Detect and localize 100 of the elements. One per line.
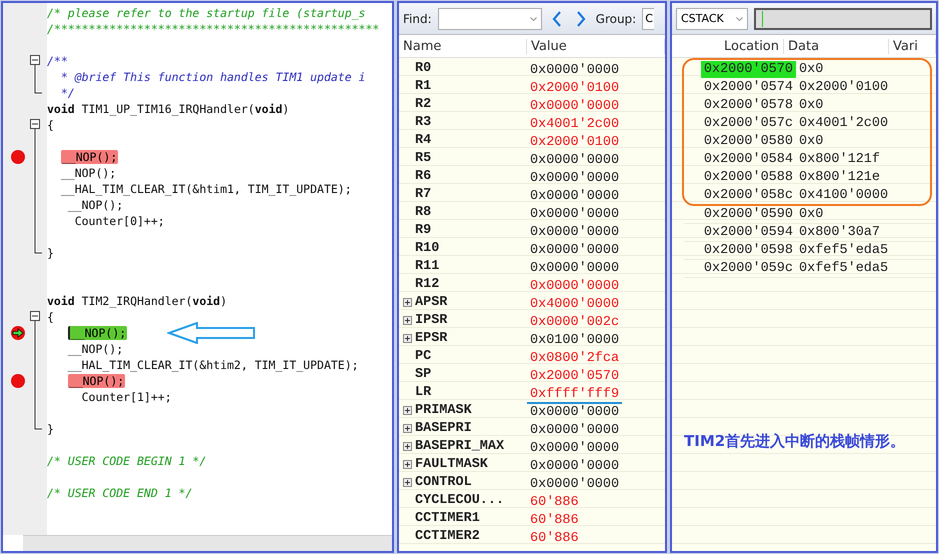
register-value: 0xffff'fff9 xyxy=(527,387,622,404)
code-comment: */ xyxy=(60,86,75,100)
stack-row[interactable]: 0x2000'0590 0x0 xyxy=(684,206,936,224)
code-line: Counter[0]++; xyxy=(74,214,165,228)
register-row[interactable]: R5 0x0000'0000 xyxy=(399,148,665,166)
data-cell-text: 0x800'121e xyxy=(798,168,882,186)
find-field[interactable] xyxy=(438,8,542,30)
code-line: __HAL_TIM_CLEAR_IT(&htim2, TIM_IT_UPDATE); xyxy=(66,358,359,372)
code-comment: /* USER CODE BEGIN 1 */ xyxy=(47,454,206,468)
register-row[interactable]: EPSR 0x0100'0000 xyxy=(399,328,665,346)
register-value: 0x0000'0000 xyxy=(529,243,620,258)
register-row[interactable]: CCTIMER2 60'886 xyxy=(399,526,665,544)
expand-icon[interactable] xyxy=(403,298,412,307)
data-cell-text: 0x2000'0100 xyxy=(798,78,890,96)
stack-row[interactable]: 0x2000'0574 0x2000'0100 xyxy=(684,78,930,96)
group-label: Group: xyxy=(596,12,636,26)
register-value: 0x0000'0000 xyxy=(529,225,620,240)
code-line: void TIM1_UP_TIM16_IRQHandler(void) xyxy=(47,102,290,116)
register-row[interactable]: BASEPRI_MAX 0x0000'0000 xyxy=(399,436,665,454)
register-row[interactable]: PC 0x0800'2fca xyxy=(399,346,665,364)
expand-icon[interactable] xyxy=(403,442,412,451)
group-dropdown[interactable]: C xyxy=(642,8,654,30)
column-header[interactable]: Name xyxy=(399,38,527,54)
register-name: R0 xyxy=(415,60,432,77)
register-value: 0x2000'0570 xyxy=(529,369,620,384)
data-cell-text: 0x800'121f xyxy=(798,150,882,168)
register-value: 0x0000'0000 xyxy=(529,261,620,276)
register-row[interactable]: APSR 0x4000'0000 xyxy=(399,292,665,310)
code-comment: * @brief This function handles TIM1 update i xyxy=(60,70,366,84)
register-name: EPSR xyxy=(415,330,448,347)
stack-dropdown[interactable]: CSTACK xyxy=(676,8,748,30)
data-cell-text: 0x0 xyxy=(798,60,824,78)
code-comment: /* USER CODE END 1 */ xyxy=(47,486,192,500)
column-header[interactable]: Location xyxy=(672,38,784,54)
register-row[interactable]: R1 0x2000'0100 xyxy=(399,76,665,94)
data-cell-text: 0x0 xyxy=(798,132,824,150)
expand-icon[interactable] xyxy=(403,460,412,469)
data-cell-text: 0x0 xyxy=(798,96,824,114)
stack-row[interactable]: 0x2000'057c 0x4001'2c00 xyxy=(684,114,930,132)
register-value: 0x4001'2c00 xyxy=(529,117,620,132)
register-row[interactable]: PRIMASK 0x0000'0000 xyxy=(399,400,665,418)
register-row[interactable]: IPSR 0x0000'002c xyxy=(399,310,665,328)
code-line: __HAL_TIM_CLEAR_IT(&htim1, TIM_IT_UPDATE); xyxy=(60,182,352,196)
register-value: 0x0000'0000 xyxy=(529,207,620,222)
register-name: CCTIMER2 xyxy=(415,528,480,545)
register-value: 0x0000'0000 xyxy=(529,153,620,168)
register-row[interactable]: LR 0xffff'fff9 xyxy=(399,382,665,400)
register-row[interactable]: SP 0x2000'0570 xyxy=(399,364,665,382)
register-row[interactable]: R11 0x0000'0000 xyxy=(399,256,665,274)
register-row[interactable]: R9 0x0000'0000 xyxy=(399,220,665,238)
stack-row[interactable]: 0x2000'0598 0xfef5'eda5 xyxy=(684,242,936,260)
register-row[interactable]: R0 0x0000'0000 xyxy=(399,58,665,76)
horizontal-scrollbar[interactable] xyxy=(23,535,392,551)
expand-icon[interactable] xyxy=(403,406,412,415)
register-row[interactable]: R7 0x0000'0000 xyxy=(399,184,665,202)
stack-row[interactable]: 0x2000'058c 0x4100'0000 xyxy=(684,186,930,204)
expand-icon[interactable] xyxy=(403,316,412,325)
register-row[interactable]: CCTIMER1 60'886 xyxy=(399,508,665,526)
stack-row[interactable]: 0x2000'0584 0x800'121f xyxy=(684,150,930,168)
register-name: CCTIMER1 xyxy=(415,510,480,527)
stack-row[interactable]: 0x2000'0578 0x0 xyxy=(684,96,930,114)
register-row[interactable]: R10 0x0000'0000 xyxy=(399,238,665,256)
register-row[interactable]: R4 0x2000'0100 xyxy=(399,130,665,148)
stack-row[interactable]: 0x2000'059c 0xfef5'eda5 xyxy=(684,260,936,278)
register-row[interactable]: R6 0x0000'0000 xyxy=(399,166,665,184)
register-name: R1 xyxy=(415,78,432,95)
register-row[interactable]: BASEPRI 0x0000'0000 xyxy=(399,418,665,436)
breakpoint-icon[interactable] xyxy=(11,150,25,164)
collapse-icon[interactable] xyxy=(29,117,41,133)
expand-icon[interactable] xyxy=(403,478,412,487)
register-row[interactable]: CONTROL 0x0000'0000 xyxy=(399,472,665,490)
register-row[interactable]: R3 0x4001'2c00 xyxy=(399,112,665,130)
register-name: R2 xyxy=(415,96,432,113)
expand-icon[interactable] xyxy=(403,334,412,343)
register-name: SP xyxy=(415,366,432,383)
register-value: 0x0800'2fca xyxy=(529,351,620,366)
register-row[interactable]: R12 0x0000'0000 xyxy=(399,274,665,292)
collapse-icon[interactable] xyxy=(29,309,41,325)
stack-row[interactable]: 0x2000'0580 0x0 xyxy=(684,132,930,150)
stack-row[interactable]: 0x2000'0570 0x0 xyxy=(684,60,930,78)
data-cell-text: 0xfef5'eda5 xyxy=(798,242,890,259)
column-header[interactable]: Value xyxy=(527,38,665,54)
collapse-icon[interactable] xyxy=(29,53,41,69)
register-value: 0x2000'0100 xyxy=(529,81,620,96)
register-name: LR xyxy=(415,384,432,400)
breakpoint-icon[interactable] xyxy=(11,374,25,388)
stack-row[interactable]: 0x2000'0594 0x800'30a7 xyxy=(684,224,936,242)
stack-row[interactable]: 0x2000'0588 0x800'121e xyxy=(684,168,930,186)
code-comment: /** xyxy=(47,54,68,68)
column-header[interactable]: Data xyxy=(784,38,889,54)
expand-icon[interactable] xyxy=(403,424,412,433)
location-cell: 0x2000'0570 xyxy=(700,60,796,78)
column-header[interactable]: Vari xyxy=(889,38,936,54)
register-name: R5 xyxy=(415,150,432,167)
register-value: 0x0000'002c xyxy=(529,315,620,330)
register-value: 60'886 xyxy=(529,495,580,510)
register-row[interactable]: R8 0x0000'0000 xyxy=(399,202,665,220)
register-row[interactable]: CYCLECOU... 60'886 xyxy=(399,490,665,508)
register-row[interactable]: R2 0x0000'0000 xyxy=(399,94,665,112)
register-row[interactable]: FAULTMASK 0x0000'0000 xyxy=(399,454,665,472)
